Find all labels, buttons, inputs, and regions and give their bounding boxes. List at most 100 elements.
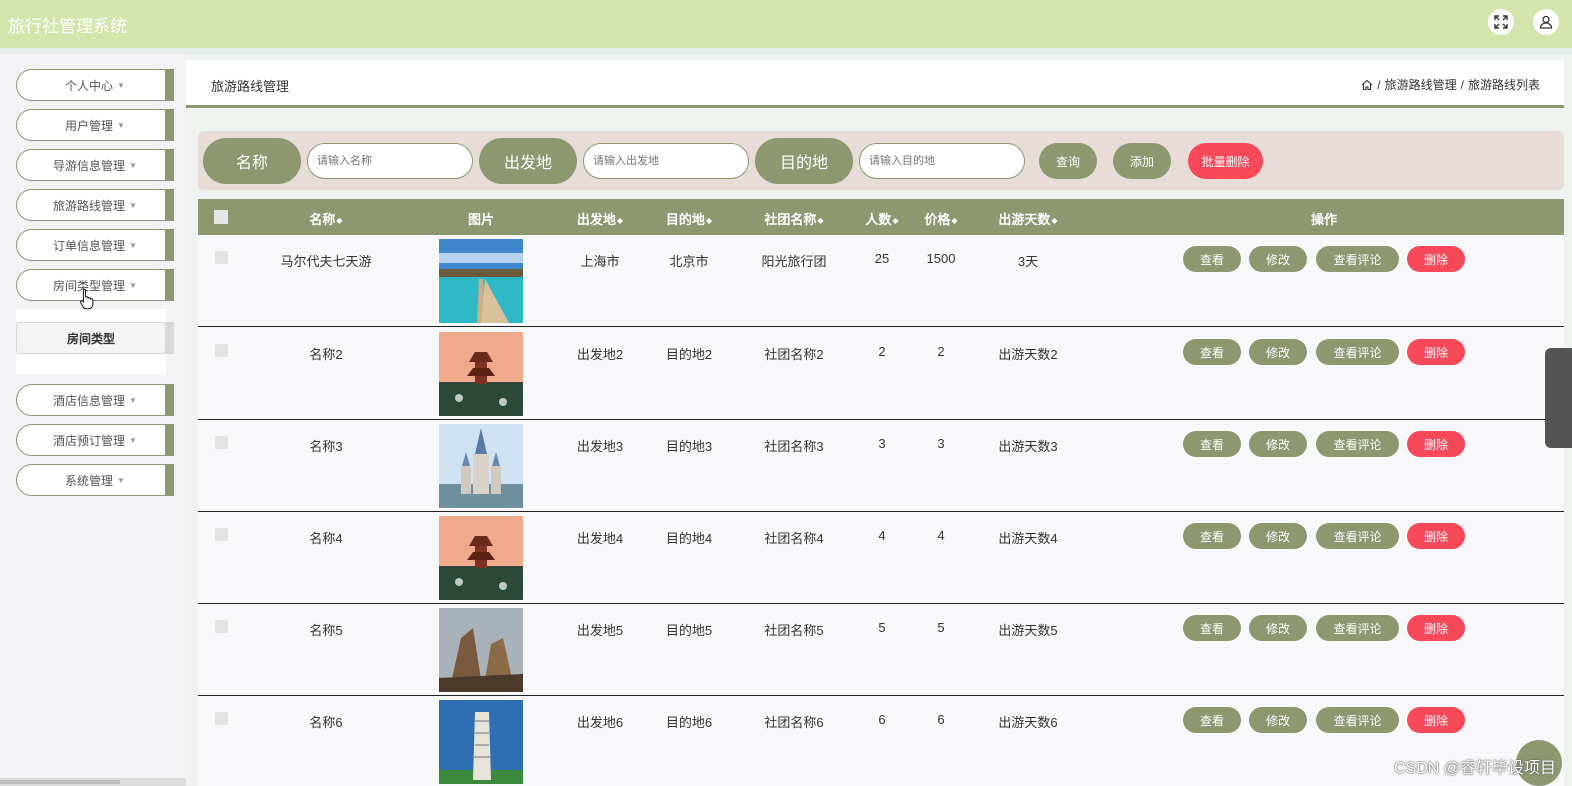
sidebar-item-guides[interactable]: 导游信息管理 ▼ [16,149,174,181]
view-button[interactable]: 查看 [1183,615,1241,641]
caret-down-icon: ▼ [129,435,137,445]
cell-price: 5 [937,620,945,635]
column-header-group[interactable]: 社团名称◆ [764,209,823,228]
breadcrumb-item: 旅游路线列表 [1467,78,1540,92]
delete-button[interactable]: 删除 [1407,339,1465,365]
row-checkbox[interactable] [215,344,228,357]
view-button[interactable]: 查看 [1183,339,1241,365]
edit-button[interactable]: 修改 [1249,707,1307,733]
route-image[interactable] [439,516,523,600]
delete-button[interactable]: 删除 [1407,523,1465,549]
sort-icon[interactable]: ◆ [617,216,623,225]
sidebar-item-room-types[interactable]: 房间类型管理 ▼ [16,269,174,301]
select-all-checkbox[interactable] [214,210,228,224]
breadcrumb-separator: / [1460,77,1464,92]
cell-dest: 目的地2 [665,347,713,362]
column-header-origin[interactable]: 出发地◆ [577,209,623,228]
cell-people: 2 [878,344,886,359]
side-panel-handle[interactable] [1545,348,1572,448]
add-button[interactable]: 添加 [1113,143,1171,179]
sidebar-item-routes[interactable]: 旅游路线管理 ▼ [16,189,174,221]
sort-icon[interactable]: ◆ [817,216,823,225]
sidebar-item-label: 订单信息管理 [53,238,126,253]
route-image[interactable] [439,700,523,784]
sidebar-item-personal-center[interactable]: 个人中心 ▼ [16,69,174,101]
edit-button[interactable]: 修改 [1249,339,1307,365]
column-label: 出游天数 [998,212,1051,227]
sidebar-item-system[interactable]: 系统管理 ▼ [16,464,174,496]
sort-icon[interactable]: ◆ [706,216,712,225]
sort-icon[interactable]: ◆ [1051,216,1057,225]
cell-dest: 目的地6 [665,715,713,730]
row-checkbox[interactable] [215,436,228,449]
row-checkbox[interactable] [215,528,228,541]
column-label: 人数 [865,212,892,227]
route-image[interactable] [439,332,523,416]
origin-search-input[interactable] [583,143,749,179]
view-reviews-button[interactable]: 查看评论 [1316,246,1399,272]
sidebar-item-accent [165,464,173,496]
user-icon[interactable] [1533,9,1559,35]
routes-table: 名称◆ 图片 出发地◆ 目的地◆ 社团名称◆ 人数◆ 价格◆ 出游天数◆ 操作 … [198,199,1564,786]
route-image[interactable] [439,239,523,323]
edit-button[interactable]: 修改 [1249,431,1307,457]
submenu-item-room-type[interactable]: 房间类型 [16,322,166,354]
scrollbar-thumb[interactable] [0,780,120,784]
column-header-name[interactable]: 名称◆ [309,209,342,228]
cell-name: 名称5 [309,623,343,638]
row-checkbox[interactable] [215,620,228,633]
column-header-people[interactable]: 人数◆ [865,209,898,228]
name-search-input[interactable] [307,143,473,179]
sidebar-item-hotels[interactable]: 酒店信息管理 ▼ [16,384,174,416]
delete-button[interactable]: 删除 [1407,707,1465,733]
caret-down-icon: ▼ [129,395,137,405]
delete-button[interactable]: 删除 [1407,431,1465,457]
column-header-price[interactable]: 价格◆ [924,209,957,228]
cell-days: 出游天数5 [998,623,1058,638]
route-image[interactable] [439,424,523,508]
delete-button[interactable]: 删除 [1407,615,1465,641]
caret-down-icon: ▼ [129,160,137,170]
view-button[interactable]: 查看 [1183,707,1241,733]
column-label: 操作 [1310,212,1338,227]
breadcrumb-item[interactable]: 旅游路线管理 [1385,76,1457,93]
view-button[interactable]: 查看 [1183,431,1241,457]
view-reviews-button[interactable]: 查看评论 [1316,431,1399,457]
cell-origin: 出发地5 [576,623,624,638]
sidebar-scrollbar[interactable] [0,778,186,786]
column-header-days[interactable]: 出游天数◆ [998,209,1057,228]
sidebar-item-accent [165,149,173,181]
table-header: 名称◆ 图片 出发地◆ 目的地◆ 社团名称◆ 人数◆ 价格◆ 出游天数◆ 操作 [198,199,1564,235]
cell-origin: 出发地2 [576,347,624,362]
home-icon[interactable] [1361,79,1373,91]
sort-icon[interactable]: ◆ [892,216,898,225]
sidebar-item-users[interactable]: 用户管理 ▼ [16,109,174,141]
sidebar-item-accent [165,189,173,221]
edit-button[interactable]: 修改 [1249,523,1307,549]
edit-button[interactable]: 修改 [1249,246,1307,272]
view-reviews-button[interactable]: 查看评论 [1316,707,1399,733]
edit-button[interactable]: 修改 [1249,615,1307,641]
batch-delete-button[interactable]: 批量删除 [1188,143,1263,179]
header-divider [0,48,1572,54]
caret-down-icon: ▼ [117,120,125,130]
view-button[interactable]: 查看 [1183,246,1241,272]
row-checkbox[interactable] [215,251,228,264]
view-reviews-button[interactable]: 查看评论 [1316,339,1399,365]
query-button[interactable]: 查询 [1039,143,1097,179]
sort-icon[interactable]: ◆ [336,216,342,225]
table-row: 名称6 出发地6 目的地6 社团名称6 6 6 出游天数6 查看 修改 查看评论… [198,696,1564,786]
view-reviews-button[interactable]: 查看评论 [1316,615,1399,641]
dest-search-input[interactable] [859,143,1025,179]
sidebar-item-hotel-bookings[interactable]: 酒店预订管理 ▼ [16,424,174,456]
fullscreen-icon[interactable] [1488,9,1514,35]
view-button[interactable]: 查看 [1183,523,1241,549]
view-reviews-button[interactable]: 查看评论 [1316,523,1399,549]
sort-icon[interactable]: ◆ [951,216,957,225]
delete-button[interactable]: 删除 [1407,246,1465,272]
row-checkbox[interactable] [215,712,228,725]
sidebar-item-orders[interactable]: 订单信息管理 ▼ [16,229,174,261]
route-image[interactable] [439,608,523,692]
column-header-dest[interactable]: 目的地◆ [666,209,712,228]
column-label: 目的地 [665,212,705,227]
